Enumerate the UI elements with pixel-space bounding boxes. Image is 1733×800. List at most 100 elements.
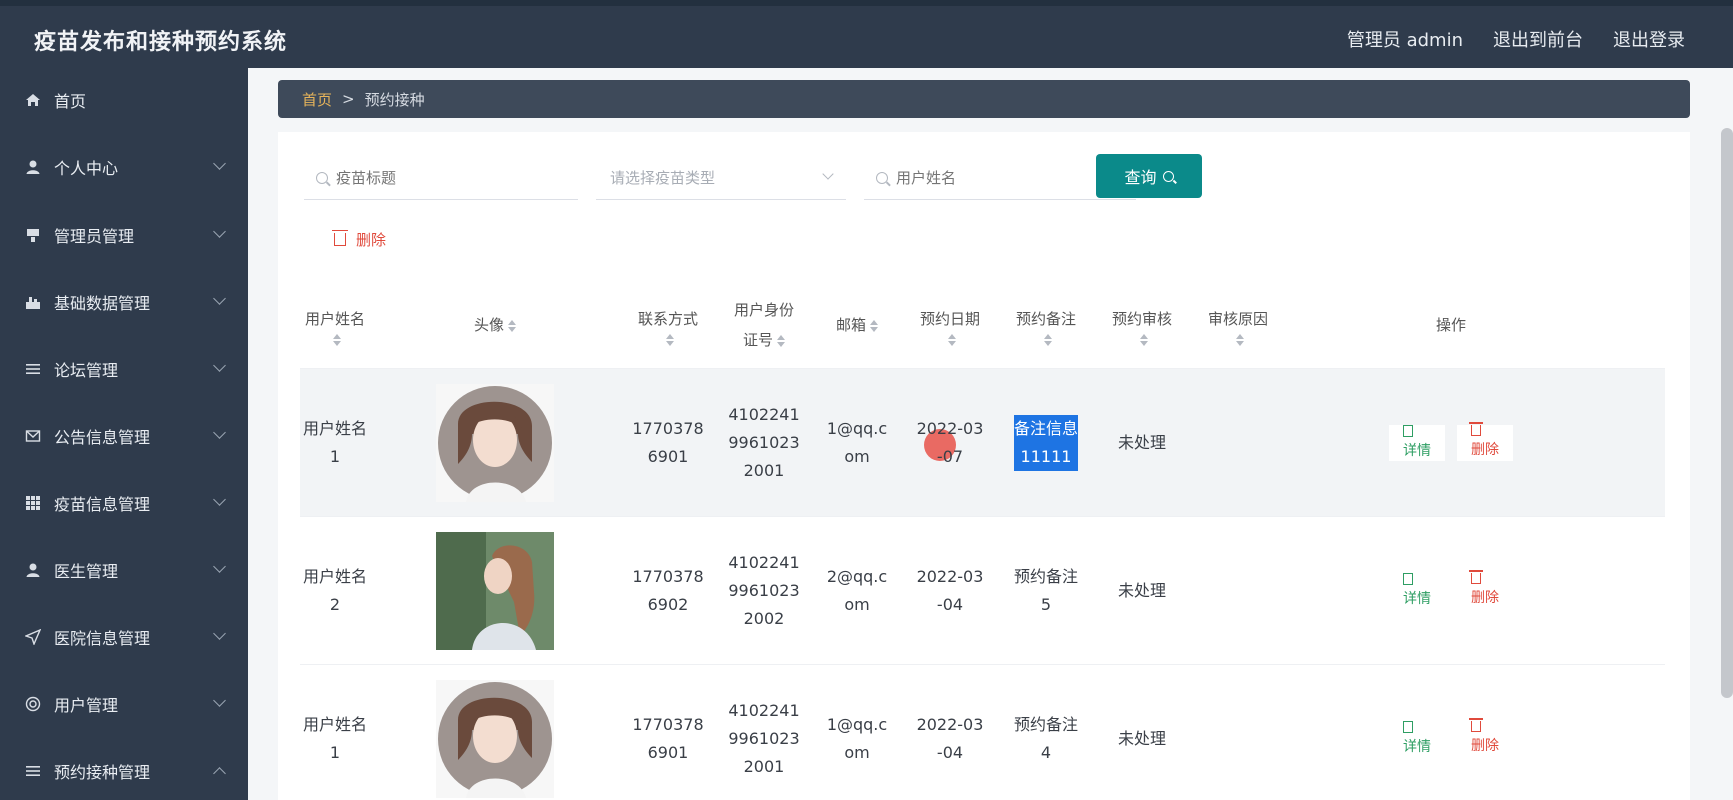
user-icon (24, 158, 42, 176)
avatar[interactable] (436, 384, 554, 502)
cell-text: 2001 (743, 757, 785, 776)
vaccine-title-search[interactable] (304, 156, 578, 200)
col-header-remark[interactable]: 预约备注 (998, 282, 1094, 368)
col-header-avatar[interactable]: 头像 (370, 282, 620, 368)
cell-ops: 详情 删除 (1286, 369, 1616, 517)
logout-link[interactable]: 退出登录 (1613, 26, 1685, 52)
cell-avatar (370, 665, 620, 800)
sidebar-item-user-manage[interactable]: 用户管理 (0, 676, 248, 732)
cell-text: om (844, 743, 870, 762)
header-label: 预约备注 (1015, 310, 1076, 328)
cell-text: 未处理 (1117, 433, 1166, 452)
col-header-email[interactable]: 邮箱 (812, 282, 902, 368)
sort-icon[interactable] (777, 334, 785, 347)
col-header-name[interactable]: 用户姓名 (300, 282, 370, 368)
cell-remark: 预约备注 4 (998, 665, 1094, 800)
sidebar-item-forum[interactable]: 论坛管理 (0, 341, 248, 397)
header-label-line2: 证号 (743, 325, 785, 355)
exit-to-front-link[interactable]: 退出到前台 (1493, 26, 1583, 52)
breadcrumb-home[interactable]: 首页 (302, 89, 332, 110)
cell-phone: 1770378 6902 (620, 517, 716, 665)
table-row[interactable]: 用户姓名 2 1770378 6902 4102241 9961023 2002 (300, 516, 1665, 664)
sort-icon[interactable] (666, 334, 674, 346)
sidebar: 首页 个人中心 管理员管理 基础数据管理 论坛管理 公告信息管理 疫苗信息管理 … (0, 68, 248, 800)
sidebar-item-label: 医生管理 (54, 562, 119, 581)
sidebar-item-hospital[interactable]: 医院信息管理 (0, 609, 248, 665)
admin-user-link[interactable]: 管理员 admin (1347, 26, 1463, 52)
cell-text: 2022-03 (916, 567, 984, 586)
col-header-review[interactable]: 预约审核 (1094, 282, 1190, 368)
cell-text: 用户姓名 (302, 567, 367, 586)
sidebar-item-appointment[interactable]: 预约接种管理 (0, 743, 248, 799)
batch-delete-button[interactable]: 删除 (332, 222, 386, 256)
col-header-phone[interactable]: 联系方式 (620, 282, 716, 368)
breadcrumb: 首页 > 预约接种 (278, 80, 1690, 118)
trash-icon (1469, 570, 1483, 584)
user-name-input[interactable] (896, 168, 1096, 187)
detail-button[interactable]: 详情 (1389, 425, 1445, 461)
sidebar-item-personal-center[interactable]: 个人中心 (0, 139, 248, 195)
cell-text: 未处理 (1117, 729, 1166, 748)
cell-text: 用户姓名 (302, 419, 367, 438)
sidebar-item-admin-manage[interactable]: 管理员管理 (0, 207, 248, 263)
sort-icon[interactable] (1044, 334, 1052, 346)
cell-id-number: 4102241 9961023 2001 (716, 369, 812, 517)
col-header-date[interactable]: 预约日期 (902, 282, 998, 368)
delete-button[interactable]: 删除 (1457, 422, 1513, 461)
cell-reason (1190, 369, 1286, 517)
top-links: 管理员 admin 退出到前台 退出登录 (1347, 26, 1685, 52)
cell-text: 备注信息 (1013, 415, 1078, 443)
cell-text: 6901 (647, 743, 689, 762)
sort-icon[interactable] (333, 334, 341, 346)
sidebar-item-doctor[interactable]: 医生管理 (0, 542, 248, 598)
table-row[interactable]: 用户姓名 1 1770378 6901 4102241 9961023 2001… (300, 368, 1665, 516)
sort-icon[interactable] (1236, 334, 1244, 346)
delete-button[interactable]: 删除 (1457, 718, 1513, 757)
vaccine-type-select[interactable]: 请选择疫苗类型 (596, 156, 846, 200)
cell-email: 2@qq.c om (812, 517, 902, 665)
sidebar-item-notice[interactable]: 公告信息管理 (0, 408, 248, 464)
cell-text: 4102241 (728, 553, 800, 572)
cell-text: om (844, 595, 870, 614)
cell-name: 用户姓名 2 (300, 517, 370, 665)
cell-text: 1 (329, 447, 341, 466)
cell-name: 用户姓名 1 (300, 369, 370, 517)
table-row[interactable]: 用户姓名 1 1770378 6901 4102241 9961023 2001… (300, 664, 1665, 800)
detail-button[interactable]: 详情 (1389, 721, 1445, 757)
detail-button[interactable]: 详情 (1389, 573, 1445, 609)
doctor-icon (24, 561, 42, 579)
cell-date: 2022-03 -04 (902, 665, 998, 800)
col-header-reason[interactable]: 审核原因 (1190, 282, 1286, 368)
sort-icon[interactable] (1140, 334, 1148, 346)
sort-icon[interactable] (870, 319, 878, 332)
cell-text: 9961023 (728, 729, 800, 748)
cell-text: 用户姓名 (302, 715, 367, 734)
delete-button[interactable]: 删除 (1457, 570, 1513, 609)
chevron-down-icon (213, 627, 226, 640)
cell-text: 1@qq.c (826, 419, 888, 438)
cell-review: 未处理 (1094, 369, 1190, 517)
sort-icon[interactable] (508, 319, 516, 332)
sort-icon[interactable] (948, 334, 956, 346)
cell-text: 1770378 (632, 567, 704, 586)
avatar[interactable] (436, 680, 554, 798)
vaccine-title-input[interactable] (336, 168, 536, 187)
cell-review: 未处理 (1094, 517, 1190, 665)
detail-label: 详情 (1403, 591, 1431, 607)
delete-label: 删除 (1471, 738, 1499, 754)
header-label: 预约审核 (1111, 310, 1172, 328)
avatar[interactable] (436, 532, 554, 650)
query-button[interactable]: 查询 (1096, 154, 1202, 198)
sidebar-item-home[interactable]: 首页 (0, 72, 248, 128)
vertical-scrollbar[interactable] (1721, 128, 1733, 698)
sidebar-item-basic-data[interactable]: 基础数据管理 (0, 274, 248, 330)
app-title: 疫苗发布和接种预约系统 (34, 30, 288, 55)
chevron-down-icon (213, 493, 226, 506)
search-icon (316, 171, 328, 184)
cell-email: 1@qq.c om (812, 369, 902, 517)
header-label: 用户身份 (733, 301, 794, 319)
col-header-id-number[interactable]: 用户身份 证号 (716, 282, 812, 368)
cell-text: 1770378 (632, 419, 704, 438)
sidebar-item-vaccine[interactable]: 疫苗信息管理 (0, 475, 248, 531)
header-label: 邮箱 (836, 310, 878, 340)
